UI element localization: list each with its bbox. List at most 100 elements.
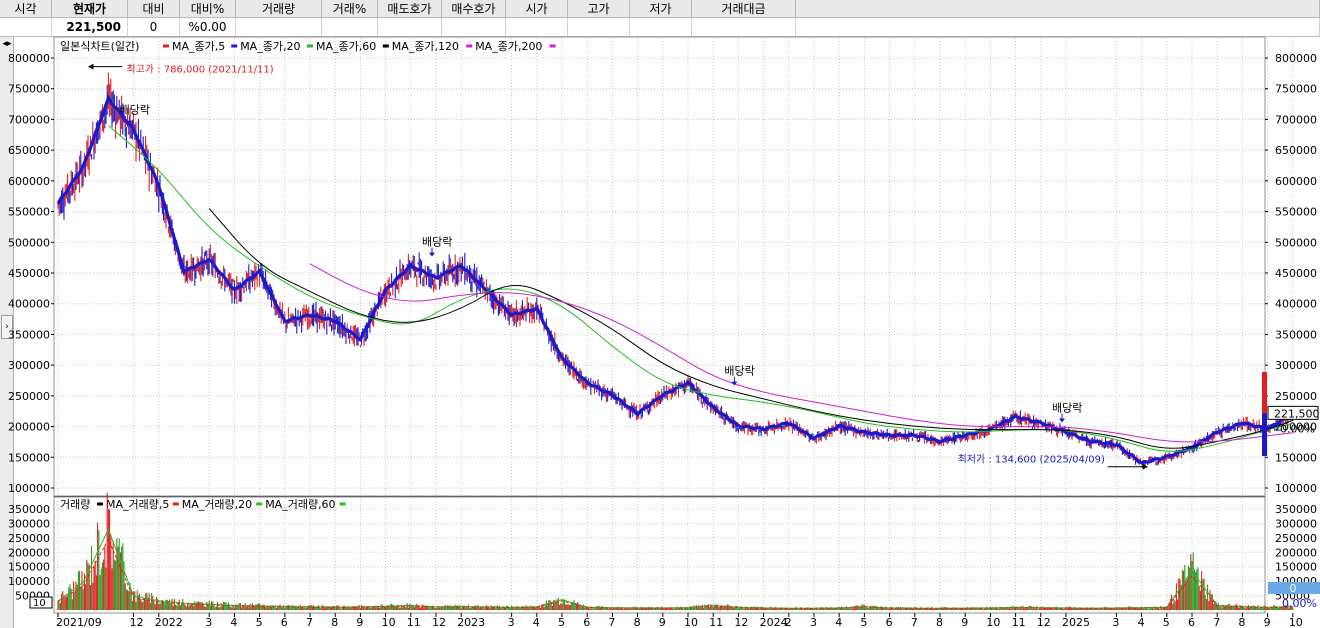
- current-price-change: 0.00%: [1280, 422, 1315, 435]
- x-tick-label: 12: [1037, 616, 1051, 628]
- price-range-bar-down: [1262, 413, 1267, 456]
- vol-y-tick-label-left: 250000: [8, 532, 50, 545]
- y-tick-label-left: 700000: [8, 113, 50, 126]
- x-tick-label: 11: [407, 616, 421, 628]
- y-tick-label-left: 150000: [8, 451, 50, 464]
- price-volume-chart[interactable]: 2021/09 12 2022 3 4 5 6 7 8 9 10 11 12 2023 3 4 5 6 7 8 9 10 1…: [0, 0, 1320, 628]
- vol-y-tick-label-right: 200000: [1275, 546, 1317, 559]
- x-tick-label: 11: [709, 616, 723, 628]
- x-tick-label: 10: [1289, 616, 1303, 628]
- y-tick-label-right: 300000: [1275, 359, 1317, 372]
- y-tick-label-right: 350000: [1275, 328, 1317, 341]
- x-tick-label: 6: [886, 616, 893, 628]
- x-tick-label: 7: [911, 616, 918, 628]
- x-tick-label: 10: [986, 616, 1000, 628]
- x-tick-label: 5: [860, 616, 867, 628]
- x-tick-label: 2021/09: [56, 616, 102, 628]
- x-tick-label: 2024: [760, 616, 788, 628]
- vol-y-tick-label-right: 150000: [1275, 561, 1317, 574]
- dividend-label: 배당락: [724, 365, 754, 378]
- x-tick-label: 10: [684, 616, 698, 628]
- x-tick-label: 11: [1012, 616, 1026, 628]
- y-tick-label-left: 450000: [8, 267, 50, 280]
- x-tick-label: 8: [634, 616, 641, 628]
- y-tick-label-right: 700000: [1275, 113, 1317, 126]
- y-tick-label-right: 600000: [1275, 175, 1317, 188]
- y-tick-label-left: 350000: [8, 328, 50, 341]
- x-tick-label: 4: [230, 616, 237, 628]
- y-tick-label-left: 750000: [8, 83, 50, 96]
- y-tick-label-left: 500000: [8, 236, 50, 249]
- x-tick-label: 6: [1188, 616, 1195, 628]
- y-tick-label-left: 600000: [8, 175, 50, 188]
- y-tick-label-left: 800000: [8, 52, 50, 65]
- x-tick-label: 4: [835, 616, 842, 628]
- x-tick-label: 12: [432, 616, 446, 628]
- y-tick-label-left: 100000: [8, 482, 50, 495]
- dividend-label: 배당락: [120, 104, 150, 117]
- x-tick-label: 5: [558, 616, 565, 628]
- y-tick-label-left: 200000: [8, 421, 50, 434]
- y-tick-label-left: 300000: [8, 359, 50, 372]
- y-tick-label-right: 800000: [1275, 52, 1317, 65]
- x-tick-label: 12: [734, 616, 748, 628]
- x-tick-label: 7: [1213, 616, 1220, 628]
- volume-legend-label: MA_거래량,60: [265, 498, 335, 511]
- current-price-label: 221,500: [1274, 407, 1320, 420]
- y-tick-label-right: 500000: [1275, 236, 1317, 249]
- vol-y-tick-label-right: 300000: [1275, 517, 1317, 530]
- price-legend-label: MA_종가,60: [316, 40, 376, 53]
- y-tick-label-right: 150000: [1275, 451, 1317, 464]
- dividend-label: 배당락: [1052, 402, 1082, 415]
- x-tick-label: 2022: [155, 616, 183, 628]
- x-tick-label: 8: [331, 616, 338, 628]
- x-tick-label: 3: [508, 616, 515, 628]
- x-tick-label: 6: [281, 616, 288, 628]
- volume-edge-label: 10: [33, 598, 46, 609]
- price-legend-label: MA_종가,200: [475, 40, 542, 53]
- vol-y-tick-label-right: 350000: [1275, 503, 1317, 516]
- y-tick-label-right: 550000: [1275, 206, 1317, 219]
- price-legend-label: MA_종가,5: [172, 40, 225, 53]
- vol-y-tick-label-left: 300000: [8, 517, 50, 530]
- vol-y-tick-label-left: 100000: [8, 575, 50, 588]
- x-tick-label: 6: [583, 616, 590, 628]
- x-tick-label: 9: [1264, 616, 1271, 628]
- y-tick-label-right: 400000: [1275, 298, 1317, 311]
- x-tick-label: 3: [205, 616, 212, 628]
- x-tick-label: 2: [785, 616, 792, 628]
- volume-current-change: 0.00%: [1282, 597, 1317, 610]
- x-tick-label: 2023: [457, 616, 485, 628]
- price-legend-label: MA_종가,20: [240, 40, 300, 53]
- volume-current-label: 0: [1290, 582, 1297, 595]
- x-tick-label: 9: [356, 616, 363, 628]
- volume-legend-label: MA_거래량,20: [182, 498, 252, 511]
- low-annotation-label: 최저가 : 134,600 (2025/04/09): [958, 454, 1105, 466]
- y-tick-label-right: 650000: [1275, 144, 1317, 157]
- y-tick-label-right: 450000: [1275, 267, 1317, 280]
- x-tick-label: 8: [936, 616, 943, 628]
- x-tick-label: 10: [382, 616, 396, 628]
- x-tick-label: 7: [306, 616, 313, 628]
- high-annotation-label: 최고가 : 786,000 (2021/11/11): [126, 64, 273, 76]
- y-tick-label-right: 750000: [1275, 83, 1317, 96]
- y-tick-label-left: 550000: [8, 206, 50, 219]
- x-tick-label: 3: [810, 616, 817, 628]
- vol-y-tick-label-right: 250000: [1275, 532, 1317, 545]
- price-legend-label: MA_종가,120: [392, 40, 459, 53]
- volume-legend-title: 거래량: [60, 498, 90, 511]
- vol-y-tick-label-left: 350000: [8, 503, 50, 516]
- x-tick-label: 9: [961, 616, 968, 628]
- x-tick-label: 3: [1112, 616, 1119, 628]
- volume-legend-label: MA_거래량,5: [106, 498, 169, 511]
- price-panel: [53, 36, 1266, 497]
- x-tick-label: 2025: [1062, 616, 1090, 628]
- x-tick-label: 9: [659, 616, 666, 628]
- x-tick-label: 7: [608, 616, 615, 628]
- y-tick-label-left: 650000: [8, 144, 50, 157]
- x-tick-label: 4: [1138, 616, 1145, 628]
- dividend-label: 배당락: [422, 236, 452, 249]
- x-tick-label: 5: [1163, 616, 1170, 628]
- y-tick-label-left: 400000: [8, 298, 50, 311]
- vol-y-tick-label-left: 150000: [8, 561, 50, 574]
